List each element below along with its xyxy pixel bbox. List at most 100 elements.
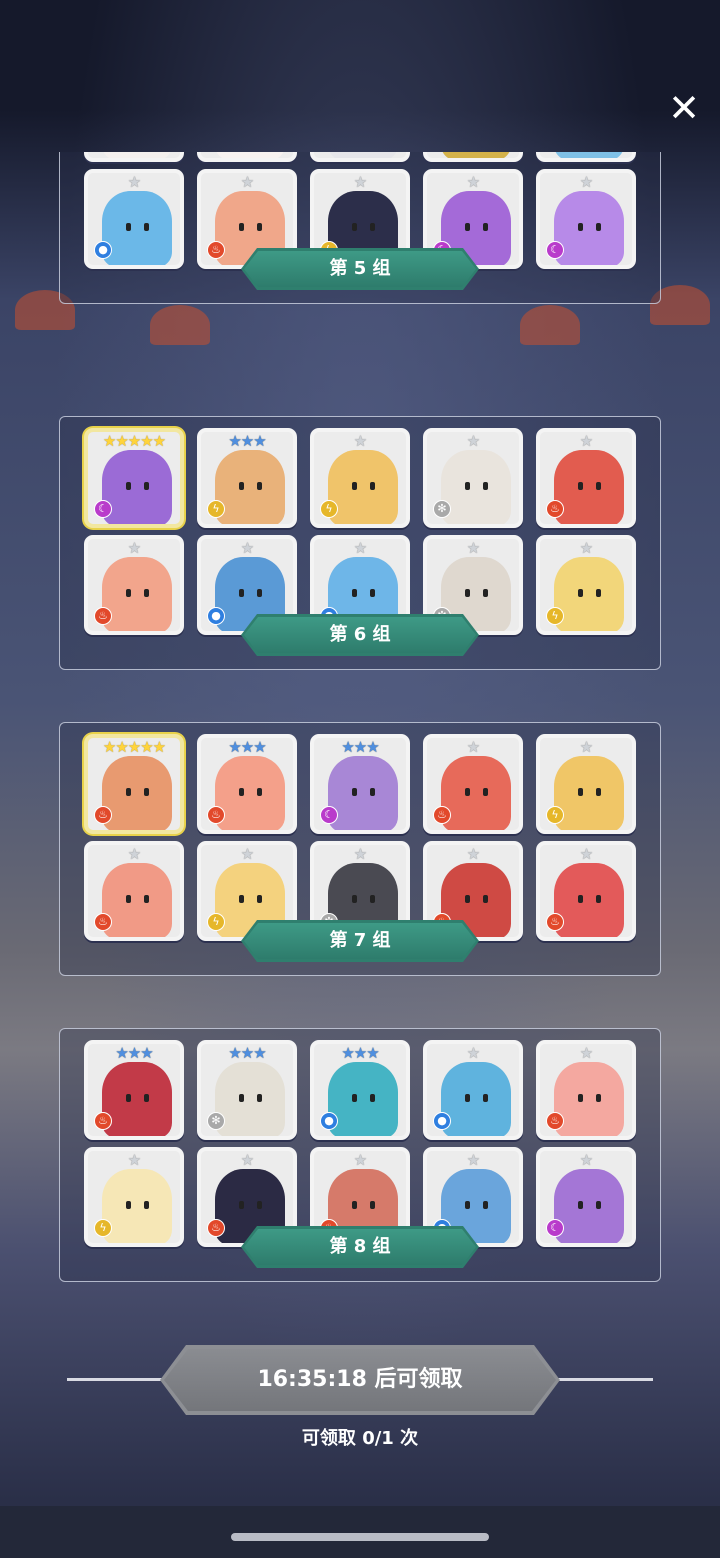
hero-eye bbox=[483, 482, 488, 490]
hero-eye bbox=[144, 895, 149, 903]
hero-eye bbox=[239, 589, 244, 597]
hero-card[interactable]: ★☾ bbox=[536, 1147, 636, 1247]
hero-eye bbox=[465, 895, 470, 903]
hero-portrait bbox=[215, 450, 285, 524]
flame-icon: ♨ bbox=[433, 806, 451, 824]
system-nav-bar bbox=[0, 1506, 720, 1558]
hero-card[interactable]: ★ϟ bbox=[310, 428, 410, 528]
hero-card[interactable]: ★♨ bbox=[536, 428, 636, 528]
star-rating-icon: ★ bbox=[579, 845, 593, 863]
star-rating-icon: ★ bbox=[466, 173, 480, 191]
hero-eye bbox=[144, 788, 149, 796]
hero-card[interactable]: ★☾ bbox=[536, 169, 636, 269]
star-rating-icon: ★ bbox=[466, 432, 480, 450]
hero-card[interactable]: ★✻ bbox=[423, 428, 523, 528]
hero-card[interactable]: ★♨ bbox=[84, 152, 184, 162]
star-rating-icon: ★ bbox=[240, 539, 254, 557]
star-rating-icon: ★★★ bbox=[341, 738, 379, 756]
star-rating-icon: ★ bbox=[127, 539, 141, 557]
hero-card[interactable]: ★● bbox=[84, 169, 184, 269]
hero-eye bbox=[483, 223, 488, 231]
hero-card[interactable]: ★ϟ bbox=[423, 152, 523, 162]
hero-eye bbox=[596, 1094, 601, 1102]
star-rating-icon: ★★★ bbox=[228, 738, 266, 756]
group-list[interactable]: ★♨★♨★✻★ϟ★●★●★♨★ϟ★☾★☾第 5 组★★★★★☾★★★ϟ★ϟ★✻★… bbox=[0, 152, 720, 1310]
hero-eye bbox=[144, 482, 149, 490]
hero-card[interactable]: ★♨ bbox=[84, 841, 184, 941]
hero-card[interactable]: ★ϟ bbox=[84, 1147, 184, 1247]
hero-card[interactable]: ★♨ bbox=[536, 841, 636, 941]
hero-card[interactable]: ★★★ ● bbox=[310, 1040, 410, 1140]
hero-eye bbox=[370, 788, 375, 796]
home-indicator[interactable] bbox=[231, 1533, 489, 1541]
hero-eye bbox=[370, 589, 375, 597]
star-rating-icon: ★ bbox=[353, 432, 367, 450]
hero-eye bbox=[578, 482, 583, 490]
hero-portrait bbox=[102, 1169, 172, 1243]
flame-icon: ♨ bbox=[207, 1219, 225, 1237]
hero-eye bbox=[144, 1201, 149, 1209]
hero-card[interactable]: ★♨ bbox=[84, 535, 184, 635]
hero-eye bbox=[578, 223, 583, 231]
hero-card[interactable]: ★★★ ☾ bbox=[310, 734, 410, 834]
star-rating-icon: ★ bbox=[127, 845, 141, 863]
hero-eye bbox=[465, 1094, 470, 1102]
group-banner: 第 6 组 bbox=[241, 614, 479, 656]
hero-eye bbox=[370, 895, 375, 903]
hero-portrait bbox=[102, 191, 172, 265]
hero-card[interactable]: ★ϟ bbox=[536, 734, 636, 834]
hero-eye bbox=[257, 1094, 262, 1102]
hero-eye bbox=[257, 482, 262, 490]
star-rating-icon: ★ bbox=[579, 1044, 593, 1062]
hero-card[interactable]: ★★★★★ ☾ bbox=[84, 428, 184, 528]
hero-eye bbox=[126, 1201, 131, 1209]
group-label: 第 8 组 bbox=[244, 1229, 476, 1265]
moon-icon: ☾ bbox=[94, 500, 112, 518]
hero-eye bbox=[596, 589, 601, 597]
hero-eye bbox=[144, 223, 149, 231]
hero-eye bbox=[126, 895, 131, 903]
claim-timer-button[interactable]: 16:35:18 后可领取 bbox=[160, 1345, 560, 1415]
hero-card[interactable]: ★♨ bbox=[423, 734, 523, 834]
lightning-icon: ϟ bbox=[94, 1219, 112, 1237]
hero-card[interactable]: ★★★ ♨ bbox=[197, 734, 297, 834]
hero-eye bbox=[352, 1201, 357, 1209]
hero-card[interactable]: ★★★ ♨ bbox=[84, 1040, 184, 1140]
hero-card[interactable]: ★● bbox=[536, 152, 636, 162]
group-label: 第 6 组 bbox=[244, 617, 476, 653]
star-rating-icon: ★ bbox=[579, 173, 593, 191]
gear-icon: ✻ bbox=[207, 1112, 225, 1130]
hero-eye bbox=[239, 788, 244, 796]
hero-portrait bbox=[102, 756, 172, 830]
hero-card[interactable]: ★★★ ✻ bbox=[197, 1040, 297, 1140]
hero-eye bbox=[483, 1201, 488, 1209]
star-rating-icon: ★ bbox=[579, 432, 593, 450]
hero-eye bbox=[352, 589, 357, 597]
star-rating-icon: ★ bbox=[353, 173, 367, 191]
hero-portrait bbox=[554, 557, 624, 631]
hero-eye bbox=[239, 895, 244, 903]
hero-portrait bbox=[215, 756, 285, 830]
hero-card[interactable]: ★ϟ bbox=[536, 535, 636, 635]
hero-eye bbox=[465, 482, 470, 490]
lightning-icon: ϟ bbox=[546, 806, 564, 824]
hero-portrait bbox=[328, 152, 398, 158]
hero-card[interactable]: ★♨ bbox=[197, 152, 297, 162]
hero-card[interactable]: ★★★★★ ♨ bbox=[84, 734, 184, 834]
hero-card[interactable]: ★♨ bbox=[536, 1040, 636, 1140]
hero-portrait bbox=[441, 1062, 511, 1136]
hero-portrait bbox=[554, 1062, 624, 1136]
flame-icon: ♨ bbox=[546, 913, 564, 931]
hero-eye bbox=[352, 895, 357, 903]
hero-eye bbox=[126, 482, 131, 490]
flame-icon: ♨ bbox=[207, 806, 225, 824]
hero-card[interactable]: ★● bbox=[423, 1040, 523, 1140]
hero-eye bbox=[578, 895, 583, 903]
hero-eye bbox=[370, 482, 375, 490]
hero-portrait bbox=[215, 1062, 285, 1136]
hero-card[interactable]: ★✻ bbox=[310, 152, 410, 162]
hero-portrait bbox=[215, 152, 285, 158]
close-icon[interactable]: ✕ bbox=[664, 88, 704, 128]
hero-card[interactable]: ★★★ ϟ bbox=[197, 428, 297, 528]
star-rating-icon: ★★★ bbox=[228, 432, 266, 450]
